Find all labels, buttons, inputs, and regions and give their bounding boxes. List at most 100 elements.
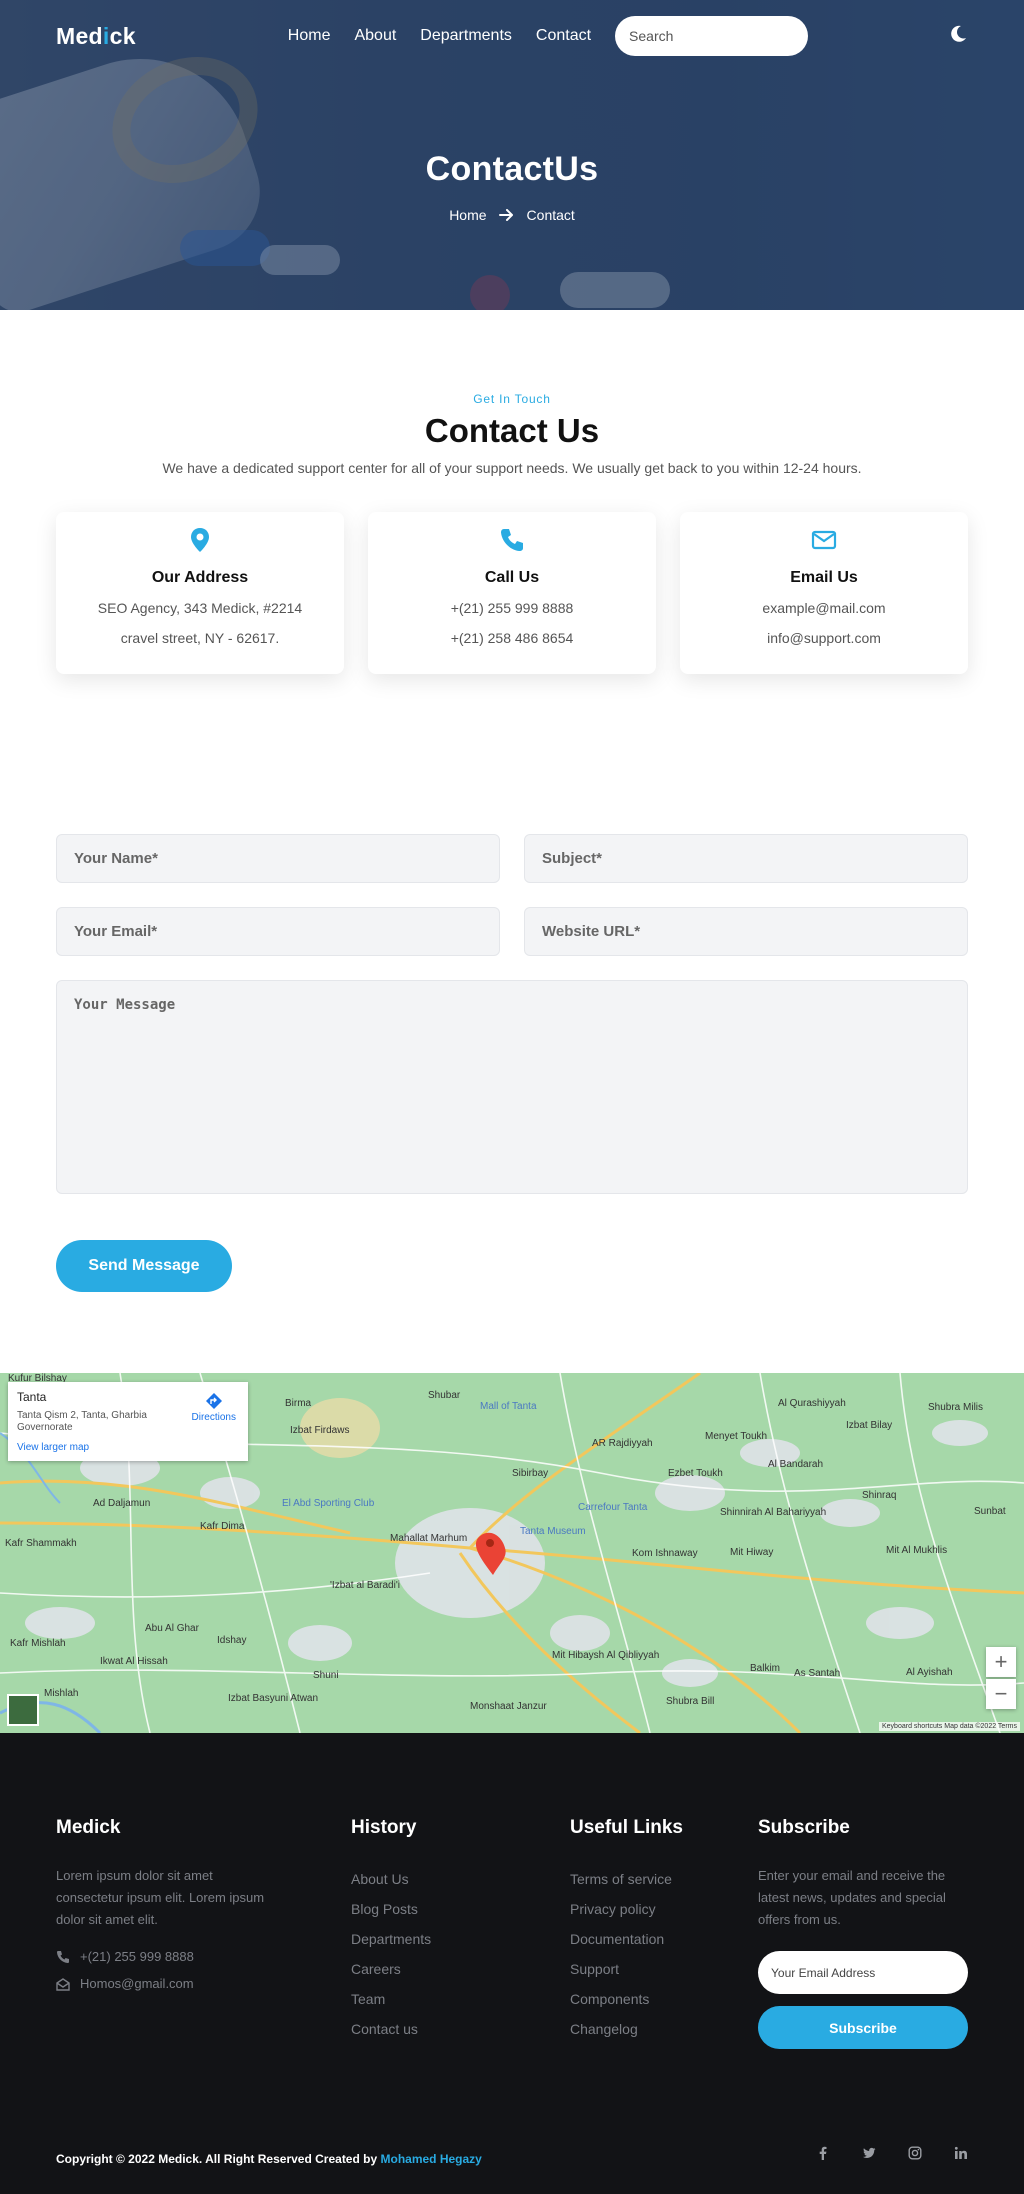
map-place-label: As Santah [794,1668,841,1679]
phone-card: Call Us +(21) 255 999 8888 +(21) 258 486… [368,512,656,674]
card-line[interactable]: info@support.com [680,629,968,647]
breadcrumb-home[interactable]: Home [449,207,486,223]
page-title: ContactUs [425,150,599,188]
footer-links: About Us Blog Posts Departments Careers … [351,1871,431,2051]
footer-link[interactable]: Changelog [570,2021,683,2051]
subscribe-text: Enter your email and receive the latest … [758,1868,946,1927]
arrow-right-icon [498,209,513,221]
author-link[interactable]: Mohamed Hegazy [381,2152,482,2166]
map-place-label: Shinnirah Al Bahariyyah [720,1507,827,1518]
twitter-icon[interactable] [862,2146,876,2160]
send-message-button[interactable]: Send Message [56,1240,232,1292]
map-place-label: Kafr Shammakh [5,1538,77,1549]
search-input[interactable] [629,28,811,44]
view-larger-map-link[interactable]: View larger map [17,1442,239,1453]
logo-text: ck [109,22,136,49]
map-place-label: Shuni [313,1670,339,1681]
map-place-label: Izbat Bilay [846,1420,893,1431]
footer-link[interactable]: About Us [351,1871,431,1901]
footer-col-title: Useful Links [570,1817,683,1838]
copyright-text: Copyright © 2022 Medick. All Right Reser… [56,2152,381,2166]
dark-mode-moon-icon[interactable] [948,24,968,44]
social-links [816,2146,968,2160]
map-place-label: Carrefour Tanta [578,1502,648,1513]
nav-departments[interactable]: Departments [420,27,512,45]
card-title: Email Us [790,569,858,586]
map-embed[interactable]: Kufur Bilshay Birma Shubar Mall of Tanta… [0,1373,1024,1733]
contact-form: Send Message [0,834,1024,1292]
map-attribution[interactable]: Keyboard shortcuts Map data ©2022 Terms [879,1722,1020,1731]
footer-link[interactable]: Documentation [570,1931,683,1961]
subscribe-email-input[interactable] [758,1951,968,1994]
footer-link[interactable]: Terms of service [570,1871,683,1901]
footer-link[interactable]: Components [570,1991,683,2021]
map-pin-icon [191,528,209,552]
card-line[interactable]: +(21) 255 999 8888 [368,599,656,617]
hero-content: ContactUs Home Contact [0,150,1024,223]
footer-link[interactable]: Support [570,1961,683,1991]
footer-link[interactable]: Departments [351,1931,431,1961]
footer-subscribe: Subscribe Enter your email and receive t… [758,1817,970,2049]
map-place-label: AR Rajdiyyah [592,1438,653,1449]
name-field[interactable] [56,834,500,883]
envelope-open-icon [56,1977,70,1991]
footer-link[interactable]: Team [351,1991,431,2021]
map-place-label: Abu Al Ghar [145,1623,199,1634]
subscribe-button[interactable]: Subscribe [758,2006,968,2049]
map-place-label: Shinraq [862,1490,897,1501]
card-line[interactable]: +(21) 258 486 8654 [368,629,656,647]
message-field[interactable] [56,980,968,1194]
site-logo[interactable]: Medick [56,23,136,50]
search-box [615,16,811,56]
map-place-label: Sunbat [974,1506,1006,1517]
envelope-icon [811,530,837,550]
footer-link[interactable]: Blog Posts [351,1901,431,1931]
map-place-label: Shubar [428,1390,461,1401]
footer-link[interactable]: Careers [351,1961,431,1991]
linkedin-icon[interactable] [954,2146,968,2160]
card-line[interactable]: example@mail.com [680,599,968,617]
map-place-label: Al Ayishah [906,1667,953,1678]
map-place-label: Izbat Basyuni Atwan [228,1693,319,1704]
subject-field[interactable] [524,834,968,883]
website-field[interactable] [524,907,968,956]
nav-about[interactable]: About [354,27,396,45]
footer-phone[interactable]: +(21) 255 999 8888 [56,1949,276,1964]
instagram-icon[interactable] [908,2146,922,2160]
map-place-label: Monshaat Janzur [470,1701,547,1712]
breadcrumb-current: Contact [526,207,575,223]
footer-phone-text: +(21) 255 999 8888 [80,1949,194,1964]
footer-link[interactable]: Contact us [351,2021,431,2051]
directions-icon [205,1393,222,1409]
zoom-in-button[interactable]: + [986,1647,1016,1677]
map-place-label: Balkim [750,1663,781,1674]
footer-brand: Medick [56,1817,121,1838]
logo-text: Med [56,22,103,49]
zoom-out-button[interactable]: − [986,1679,1016,1709]
map-place-label: 'Izbat al Baradi'i [330,1580,400,1591]
footer-links: Terms of service Privacy policy Document… [570,1871,683,2051]
phone-icon [501,529,523,551]
map-place-label: Kom Ishnaway [632,1548,698,1559]
map-place-label: Mall of Tanta [480,1401,537,1412]
map-place-label: Ezbet Toukh [668,1468,723,1479]
nav-contact[interactable]: Contact [536,27,591,45]
form-row [56,834,968,883]
map-place-label: Menyet Toukh [705,1431,768,1442]
map-place-address: Tanta Qism 2, Tanta, Gharbia Governorate [17,1410,147,1433]
map-place-label: Izbat Firdaws [290,1425,350,1436]
map-place-label: Kafr Mishlah [10,1638,66,1649]
main-menu: Home About Departments Contact [288,27,591,45]
map-place-label: Al Bandarah [768,1459,824,1470]
map-place-label: Mahallat Marhum [390,1533,468,1544]
section-eyebrow: Get In Touch [473,392,551,406]
email-field[interactable] [56,907,500,956]
nav-home[interactable]: Home [288,27,331,45]
footer-email-text: Homos@gmail.com [80,1976,194,1991]
directions-button[interactable]: Directions [192,1392,236,1423]
footer-link[interactable]: Privacy policy [570,1901,683,1931]
facebook-icon[interactable] [816,2146,830,2160]
footer-useful-links: Useful Links Terms of service Privacy po… [570,1817,683,2051]
footer-email[interactable]: Homos@gmail.com [56,1976,276,1991]
map-place-label: Tanta Museum [520,1526,586,1537]
